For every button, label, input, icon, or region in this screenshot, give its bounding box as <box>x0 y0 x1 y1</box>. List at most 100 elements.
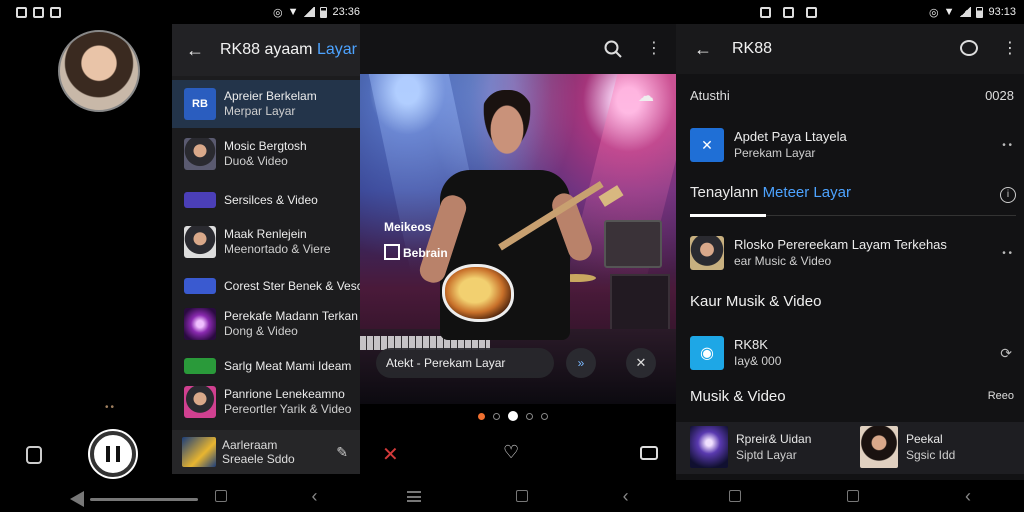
detail-title: RK88 <box>732 40 773 57</box>
item-subtitle: Perekam Layar <box>734 146 816 160</box>
menu-item-title: Mosic Bergtosh <box>224 139 307 153</box>
avatar[interactable] <box>58 30 140 112</box>
status-bar-left <box>16 0 67 24</box>
page-dot[interactable] <box>541 412 548 420</box>
tag-icon <box>184 358 216 374</box>
home-icon[interactable] <box>515 490 528 502</box>
recents-icon[interactable] <box>214 490 227 502</box>
toast[interactable]: Atekt - Perekam Layar <box>376 348 554 378</box>
menu-title: RK88 ayaam Layar <box>220 41 357 59</box>
guitar <box>442 264 514 322</box>
item-subtitle: Iay& 000 <box>734 354 782 368</box>
media-card[interactable]: Rpreir& Uidan Siptd Layar <box>690 426 811 468</box>
overlay-line: Meikeos <box>384 220 432 234</box>
wifi-icon: ▼ <box>287 6 299 18</box>
pause-button[interactable] <box>90 431 136 477</box>
wifi-icon: ▼ <box>943 6 955 18</box>
menu-item[interactable]: Corest Ster Benek & Veso <box>172 274 360 298</box>
app-logo-icon <box>384 244 400 260</box>
home-icon[interactable] <box>847 490 859 502</box>
menu-item[interactable]: Perekafe Madann Terkan Dong & Video <box>172 304 360 344</box>
now-playing-subtitle: Sreaele Sddo <box>222 452 295 466</box>
now-playing-bar[interactable]: Aarleraam Sreaele Sddo ✎ <box>172 430 360 474</box>
tab-label: Tenaylann <box>690 184 759 201</box>
section-count: 0028 <box>985 88 1014 103</box>
section-title: Musik & Video <box>690 388 786 405</box>
nav-back-icon[interactable]: ‹ <box>623 486 629 507</box>
status-time: 23:36 <box>332 6 360 18</box>
list-item[interactable]: Rlosko Perereekam Layam Terkehas ear Musi… <box>676 232 1024 274</box>
item-meta: • • <box>1002 139 1012 151</box>
more-icon[interactable]: ⋮ <box>1002 38 1018 58</box>
notification-icon <box>783 6 794 18</box>
list-item[interactable]: ◉ RK8K Iay& 000 ⟳ <box>676 332 1024 374</box>
thumbnail <box>184 226 216 258</box>
card-subtitle: Siptd Layar <box>736 448 797 462</box>
back-icon[interactable]: ← <box>694 39 712 60</box>
menu-item[interactable]: RB Apreier Berkelam Merpar Layar <box>172 80 360 128</box>
signal-icon <box>959 7 972 17</box>
menu-item-title: Corest Ster Benek & Veso <box>224 278 360 293</box>
page-dot[interactable] <box>493 412 500 420</box>
chat-icon[interactable]: ✎ <box>336 444 348 461</box>
status-bar-right: ◎ ▼ 93:13 <box>760 0 1024 24</box>
section-meta[interactable]: Reeo <box>988 390 1014 402</box>
app-icon: ◎ <box>928 6 939 19</box>
menu-icon[interactable] <box>407 490 422 502</box>
menu-item-title: Perekafe Madann Terkan <box>224 309 358 323</box>
refresh-icon[interactable]: ⟳ <box>1000 345 1012 362</box>
menu-item[interactable]: Maak Renlejein Meenortado & Viere <box>172 222 360 262</box>
menu-item-title: Sarlg Meat Mami Ideam <box>224 358 352 373</box>
card-title: Rpreir& Uidan <box>736 432 812 446</box>
close-button[interactable]: ✕ <box>626 348 656 378</box>
more-icon[interactable]: ⋮ <box>646 38 662 58</box>
share-icon[interactable] <box>26 446 42 464</box>
notification-icon <box>50 6 61 18</box>
app-icon: ✕ <box>690 128 724 162</box>
menu-item[interactable]: Sarlg Meat Mami Ideam <box>172 354 360 378</box>
info-icon[interactable]: i <box>1000 187 1016 203</box>
tab-active[interactable]: Tenaylann Meteer Layar <box>690 184 851 201</box>
page-dot-active[interactable] <box>508 411 518 421</box>
menu-item[interactable]: Mosic Bergtosh Duo& Video <box>172 134 360 174</box>
nav-bar-left: ‹ <box>172 480 360 512</box>
battery-icon <box>320 6 328 18</box>
chat-icon[interactable] <box>960 40 978 56</box>
left-pane: •• <box>0 0 198 512</box>
search-icon[interactable] <box>604 40 622 58</box>
list-item[interactable]: ✕ Apdet Paya Ltayela Perekam Layar • • <box>676 124 1024 166</box>
divider <box>766 215 1016 216</box>
nav-back-icon[interactable]: ‹ <box>965 486 971 507</box>
thumbnail <box>690 426 728 468</box>
menu-item[interactable]: Panrione Lenekeamno Pereortler Yarik & Vi… <box>172 382 360 422</box>
heart-icon[interactable]: ♡ <box>503 442 519 463</box>
menu-item[interactable]: Sersilces & Video <box>172 188 360 212</box>
app-icon: ◎ <box>272 6 283 19</box>
thumbnail <box>860 426 898 468</box>
back-icon[interactable]: ← <box>186 40 208 61</box>
nav-back-icon[interactable]: ‹ <box>312 486 318 507</box>
media-card[interactable]: Peekal Sgsic Idd <box>860 426 955 468</box>
nav-bar-mid: ‹ <box>360 480 676 512</box>
page-dot[interactable] <box>526 412 533 420</box>
cloud-icon[interactable]: ☁ <box>638 86 654 106</box>
now-playing-title: Aarleraam <box>222 438 278 452</box>
camera-icon[interactable] <box>640 446 658 460</box>
tag-icon <box>184 192 216 208</box>
thumbnail <box>184 138 216 170</box>
card-title: Peekal <box>906 432 943 446</box>
section-title: Kaur Musik & Video <box>690 293 822 310</box>
item-subtitle: ear Music & Video <box>734 254 832 268</box>
recents-icon[interactable] <box>729 490 741 502</box>
item-title: Rlosko Perereekam Layam Terkehas <box>734 237 947 252</box>
nav-back-icon <box>70 491 84 507</box>
notification-icon <box>806 6 817 18</box>
signal-icon <box>303 7 316 17</box>
page-dot[interactable] <box>478 412 485 420</box>
section-label: Atusthi <box>690 88 730 103</box>
forward-button[interactable]: » <box>566 348 596 378</box>
status-time: 93:13 <box>988 6 1016 18</box>
dislike-icon[interactable]: ✕ <box>382 442 399 467</box>
notification-icon <box>33 6 44 18</box>
notification-icon <box>16 6 27 18</box>
